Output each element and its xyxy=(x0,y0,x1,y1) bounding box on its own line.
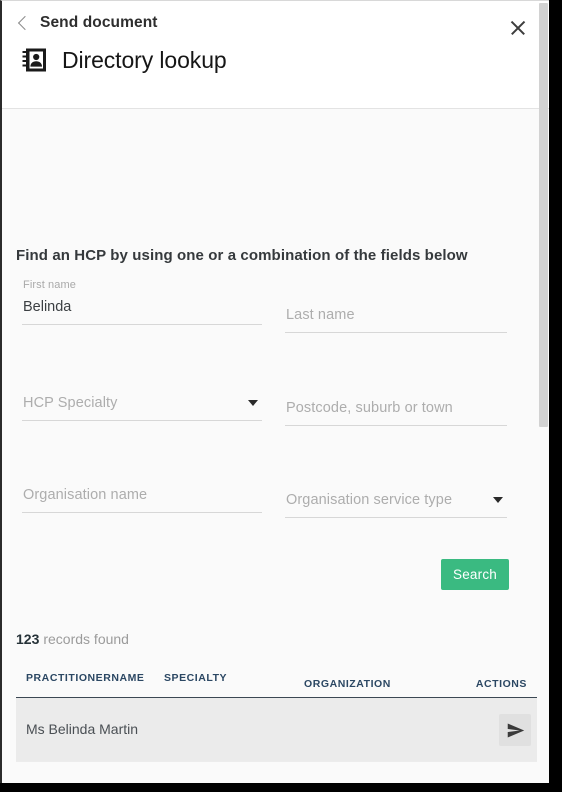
send-icon[interactable] xyxy=(499,777,531,783)
organisation-name-field[interactable]: Organisation name xyxy=(22,467,262,513)
back-button[interactable]: Send document xyxy=(17,14,158,31)
modal-body: Find an HCP by using one or a combinatio… xyxy=(2,109,549,783)
postcode-suburb-town-underline xyxy=(285,425,507,426)
postcode-suburb-town-field[interactable]: Postcode, suburb or town xyxy=(285,380,507,426)
scrollbar-thumb[interactable] xyxy=(539,3,548,427)
column-header-actions: ACTIONS xyxy=(475,678,527,690)
organisation-service-type-select[interactable]: Organisation service type xyxy=(285,472,507,518)
organisation-service-type-placeholder: Organisation service type xyxy=(286,492,453,508)
page-title: Directory lookup xyxy=(62,46,227,73)
chevron-left-icon xyxy=(17,15,33,30)
send-icon[interactable] xyxy=(499,714,531,746)
column-header-practitionername[interactable]: PRACTITIONERNAME xyxy=(26,672,144,684)
records-count: 123 xyxy=(16,631,40,647)
table-row[interactable]: Ms Belinda Martin xyxy=(16,698,537,762)
hcp-specialty-placeholder: HCP Specialty xyxy=(23,395,118,411)
column-header-organization[interactable]: ORGANIZATION xyxy=(304,678,391,690)
first-name-field[interactable]: First name Belinda xyxy=(22,279,262,325)
modal-header: Send document Directory lookup xyxy=(2,1,549,109)
hcp-specialty-underline xyxy=(22,420,262,421)
address-book-icon xyxy=(20,45,50,75)
table-row[interactable]: Miss Belinda Dyer xyxy=(16,762,537,783)
search-button[interactable]: Search xyxy=(441,559,509,590)
hcp-specialty-select[interactable]: HCP Specialty xyxy=(22,375,262,421)
form-lead-text: Find an HCP by using one or a combinatio… xyxy=(16,247,468,264)
page-title-row: Directory lookup xyxy=(20,45,227,75)
chevron-down-icon xyxy=(493,497,503,503)
last-name-underline xyxy=(285,332,507,333)
records-found-text: 123 records found xyxy=(16,631,129,647)
vertical-scrollbar[interactable] xyxy=(538,1,549,783)
chevron-down-icon xyxy=(248,400,258,406)
directory-lookup-modal: Send document Directory lookup Find an H… xyxy=(0,0,549,783)
organisation-name-underline xyxy=(22,512,262,513)
first-name-value: Belinda xyxy=(23,299,72,315)
row-practitioner-name: Ms Belinda Martin xyxy=(26,721,139,737)
organisation-name-placeholder: Organisation name xyxy=(23,487,148,503)
last-name-field[interactable]: Last name xyxy=(285,287,507,333)
last-name-placeholder: Last name xyxy=(286,307,355,323)
organisation-service-type-underline xyxy=(285,517,507,518)
first-name-underline xyxy=(22,324,262,325)
records-found-label: records found xyxy=(43,631,129,647)
column-header-specialty[interactable]: SPECIALTY xyxy=(164,672,227,684)
postcode-suburb-town-placeholder: Postcode, suburb or town xyxy=(286,400,453,416)
back-button-label: Send document xyxy=(40,14,158,31)
table-header-row: PRACTITIONERNAME SPECIALTY ORGANIZATION … xyxy=(16,669,537,698)
results-table: PRACTITIONERNAME SPECIALTY ORGANIZATION … xyxy=(16,669,537,783)
close-icon[interactable] xyxy=(507,17,529,39)
first-name-label: First name xyxy=(23,279,76,291)
